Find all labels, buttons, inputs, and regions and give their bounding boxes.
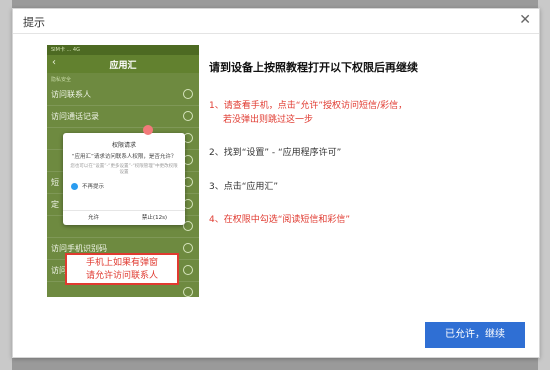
step-1-line-2: 若没弹出则跳过这一步 bbox=[223, 115, 314, 125]
check-circle-icon bbox=[183, 111, 193, 121]
permission-dialog-description: “应用汇”请求访问联系人权限，是否允许？ bbox=[71, 154, 177, 160]
phone-row-label: 定 bbox=[51, 200, 59, 209]
close-icon[interactable]: ✕ bbox=[519, 12, 531, 28]
phone-status-bar: SIM卡 ... 4G bbox=[47, 45, 199, 55]
allow-button: 允许 bbox=[87, 215, 99, 221]
step-3: 3、点击“应用汇” bbox=[209, 182, 279, 192]
backdrop-left bbox=[0, 0, 12, 370]
dialog-title: 提示 bbox=[23, 16, 45, 29]
phone-row: 访问通话记录 bbox=[47, 106, 199, 128]
tap-indicator-icon bbox=[143, 125, 153, 135]
phone-permission-dialog: 权限请求 “应用汇”请求访问联系人权限，是否允许？ 您也可以在“设置”-“更多设… bbox=[63, 133, 185, 225]
phone-nav-bar: ‹ 应用汇 bbox=[47, 55, 199, 73]
continue-button[interactable]: 已允许，继续 bbox=[425, 322, 525, 348]
phone-callout: 手机上如果有弹窗 请允许访问联系人 bbox=[65, 253, 179, 285]
dialog-titlebar: 提示 ✕ bbox=[13, 9, 539, 34]
step-1: 1、请查看手机，点击“允许”授权访问短信/彩信， 若没弹出则跳过这一步 bbox=[209, 99, 407, 127]
checkbox-icon bbox=[71, 182, 78, 190]
instructions-heading: 请到设备上按照教程打开以下权限后再继续 bbox=[209, 61, 418, 74]
deny-button: 禁止(12s) bbox=[141, 215, 168, 221]
permission-dialog-buttons: 允许 禁止(12s) bbox=[63, 210, 185, 225]
permission-dialog-title: 权限请求 bbox=[111, 142, 136, 149]
check-circle-icon bbox=[183, 89, 193, 99]
checkbox-label: 不再提示 bbox=[82, 184, 105, 190]
check-circle-icon bbox=[183, 243, 193, 253]
phone-row-label: 访问通话记录 bbox=[51, 112, 99, 121]
check-circle-icon bbox=[183, 287, 193, 297]
step-2: 2、找到“设置” - “应用程序许可” bbox=[209, 148, 342, 158]
phone-row: 访问联系人 bbox=[47, 84, 199, 106]
permission-guide-dialog: 提示 ✕ SIM卡 ... 4G ‹ 应用汇 隐私安全 访问联系人 访问通话记录… bbox=[12, 8, 540, 358]
permission-dialog-checkbox: 不再提示 bbox=[71, 182, 185, 190]
callout-line-2: 请允许访问联系人 bbox=[85, 271, 158, 281]
phone-nav-title: 应用汇 bbox=[109, 61, 137, 71]
step-1-line-1: 1、请查看手机，点击“允许”授权访问短信/彩信， bbox=[209, 101, 408, 111]
phone-row-label: 短 bbox=[51, 178, 59, 187]
step-4: 4、在权限中勾选“阅读短信和彩信” bbox=[209, 215, 351, 225]
callout-line-1: 手机上如果有弹窗 bbox=[85, 258, 158, 268]
check-circle-icon bbox=[183, 265, 193, 275]
permission-dialog-note: 您也可以在“设置”-“更多设置”-“权限管理”中更改权限设置 bbox=[70, 164, 178, 175]
phone-row-label: 访问联系人 bbox=[51, 90, 91, 99]
phone-section-label: 隐私安全 bbox=[51, 77, 72, 83]
